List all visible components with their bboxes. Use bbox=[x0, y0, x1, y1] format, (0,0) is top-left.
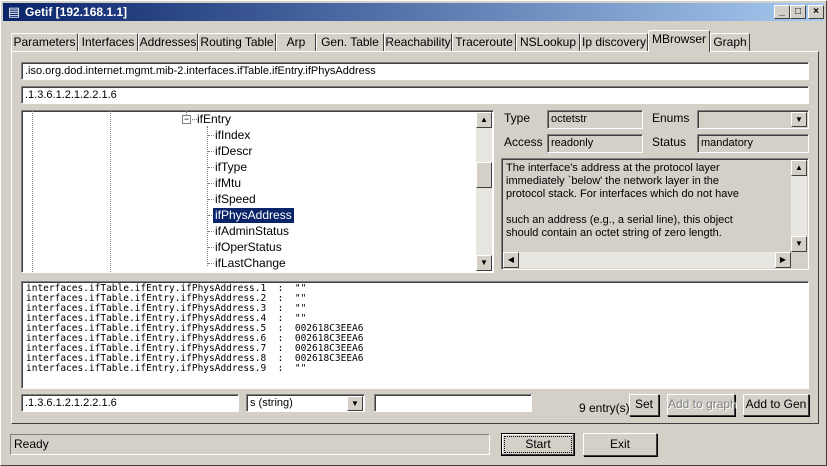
window-title: Getif [192.168.1.1] bbox=[25, 5, 128, 19]
oid-numeric-field[interactable]: .1.3.6.1.2.1.2.2.1.6 bbox=[21, 86, 809, 104]
tab-interfaces[interactable]: Interfaces bbox=[78, 33, 138, 52]
status-value: mandatory bbox=[697, 134, 809, 153]
tree-scrollbar[interactable]: ▲ ▼ bbox=[476, 112, 492, 271]
tree-connector bbox=[208, 167, 214, 168]
tree-node-ifindex[interactable]: ifIndex bbox=[215, 128, 250, 143]
tree-connector bbox=[208, 247, 214, 248]
description-hscrollbar[interactable]: ◀ ▶ bbox=[503, 252, 791, 268]
result-oid: interfaces.ifTable.ifEntry.ifPhysAddress… bbox=[26, 363, 267, 374]
tab-nslookup[interactable]: NSLookup bbox=[516, 33, 580, 52]
tree-connector bbox=[208, 199, 214, 200]
tree-node-ifphysaddress[interactable]: ifPhysAddress bbox=[213, 208, 294, 223]
scroll-left-icon[interactable]: ◀ bbox=[503, 252, 519, 268]
enums-label: Enums bbox=[652, 111, 690, 125]
tree-node-iftype[interactable]: ifType bbox=[215, 160, 247, 175]
start-button[interactable]: Start bbox=[501, 433, 575, 456]
value-type-selected: s (string) bbox=[250, 397, 293, 409]
tab-mbrowser[interactable]: MBrowser bbox=[648, 30, 710, 52]
tree-connector bbox=[208, 231, 214, 232]
tree-connector bbox=[208, 263, 214, 264]
status-bar: Ready bbox=[10, 434, 490, 455]
tab-traceroute[interactable]: Traceroute bbox=[452, 33, 516, 52]
tree-node-ifoperstatus[interactable]: ifOperStatus bbox=[215, 240, 282, 255]
scroll-down-icon[interactable]: ▼ bbox=[791, 236, 807, 252]
scroll-up-icon[interactable]: ▲ bbox=[476, 112, 492, 128]
tree-connector bbox=[208, 135, 214, 136]
app-window: ▤ Getif [192.168.1.1] _ □ × Parameters I… bbox=[0, 0, 827, 466]
tree-node-ifspeed[interactable]: ifSpeed bbox=[215, 192, 256, 207]
value-type-select[interactable]: s (string) ▼ bbox=[246, 394, 365, 412]
entry-count: 9 entry(s) bbox=[579, 401, 630, 415]
dropdown-arrow-icon[interactable]: ▼ bbox=[791, 112, 807, 127]
tab-ip-discovery[interactable]: Ip discovery bbox=[580, 33, 648, 52]
tree-connector bbox=[208, 183, 214, 184]
description-line: such an address (e.g., a serial line), t… bbox=[506, 214, 733, 226]
result-separator: : bbox=[277, 363, 284, 374]
tree-node-ifdescr[interactable]: ifDescr bbox=[215, 144, 252, 159]
tree-guide-line bbox=[110, 111, 111, 272]
description-line: protocol stack. For interfaces which do … bbox=[506, 188, 739, 200]
tab-reachability[interactable]: Reachability bbox=[384, 33, 452, 52]
description-line: immediately `below' the network layer in… bbox=[506, 175, 720, 187]
app-document-icon: ▤ bbox=[7, 4, 21, 19]
maximize-button[interactable]: □ bbox=[790, 5, 806, 19]
results-list[interactable]: interfaces.ifTable.ifEntry.ifPhysAddress… bbox=[21, 281, 809, 389]
access-label: Access bbox=[504, 135, 543, 149]
close-button[interactable]: × bbox=[808, 5, 824, 19]
tree-guide-line bbox=[32, 111, 33, 272]
add-to-graph-button[interactable]: Add to graph bbox=[667, 394, 737, 416]
set-oid-field[interactable]: .1.3.6.1.2.1.2.2.1.6 bbox=[21, 394, 239, 412]
tree-guide-line bbox=[207, 126, 208, 266]
description-line: The interface's address at the protocol … bbox=[506, 162, 720, 174]
collapse-icon[interactable]: − bbox=[182, 115, 191, 124]
scroll-right-icon[interactable]: ▶ bbox=[775, 252, 791, 268]
tab-gen-table[interactable]: Gen. Table bbox=[316, 33, 384, 52]
tree-node-iflastchange[interactable]: ifLastChange bbox=[215, 256, 286, 271]
tree-node-ifentry[interactable]: ifEntry bbox=[197, 112, 231, 127]
minimize-button[interactable]: _ bbox=[774, 5, 790, 19]
tab-addresses[interactable]: Addresses bbox=[138, 33, 198, 52]
set-value-field[interactable] bbox=[374, 394, 532, 412]
type-label: Type bbox=[504, 111, 531, 125]
oid-path-field[interactable]: .iso.org.dod.internet.mgmt.mib-2.interfa… bbox=[21, 62, 809, 80]
tree-node-ifmtu[interactable]: ifMtu bbox=[215, 176, 241, 191]
scroll-up-icon[interactable]: ▲ bbox=[791, 160, 807, 176]
type-value: octetstr bbox=[547, 110, 643, 129]
result-value: "" bbox=[294, 363, 307, 374]
tab-routing-table[interactable]: Routing Table bbox=[198, 33, 276, 52]
title-bar[interactable]: ▤ Getif [192.168.1.1] _ □ × bbox=[3, 3, 824, 21]
tab-arp[interactable]: Arp bbox=[276, 33, 316, 52]
tab-graph[interactable]: Graph bbox=[710, 33, 750, 52]
set-button[interactable]: Set bbox=[629, 394, 659, 416]
description-line: should contain an octet string of zero l… bbox=[506, 227, 722, 239]
access-value: readonly bbox=[547, 134, 643, 153]
mib-tree[interactable]: − ifEntry ifIndex ifDescr ifType ifMtu i… bbox=[21, 110, 494, 273]
tab-parameters[interactable]: Parameters bbox=[11, 33, 78, 52]
result-row[interactable]: interfaces.ifTable.ifEntry.ifPhysAddress… bbox=[26, 364, 306, 374]
description-scrollbar[interactable]: ▲ ▼ bbox=[791, 160, 807, 252]
status-label: Status bbox=[652, 135, 687, 149]
tree-node-ifadminstatus[interactable]: ifAdminStatus bbox=[215, 224, 289, 239]
scroll-down-icon[interactable]: ▼ bbox=[476, 255, 492, 271]
dropdown-arrow-icon[interactable]: ▼ bbox=[347, 396, 363, 411]
add-to-gen-button[interactable]: Add to Gen bbox=[743, 394, 809, 416]
tree-connector bbox=[208, 151, 214, 152]
description-box[interactable]: The interface's address at the protocol … bbox=[501, 158, 809, 270]
exit-button[interactable]: Exit bbox=[583, 433, 657, 456]
enums-combo[interactable]: ▼ bbox=[697, 110, 809, 129]
tree-scroll-thumb[interactable] bbox=[476, 162, 492, 188]
